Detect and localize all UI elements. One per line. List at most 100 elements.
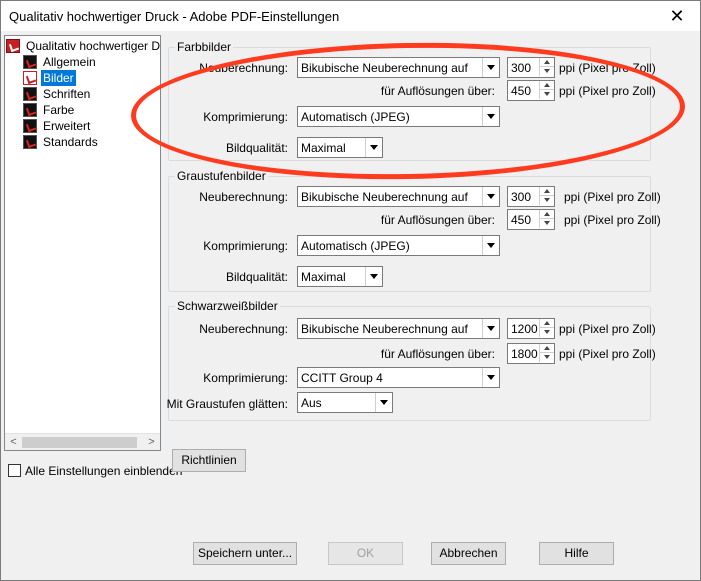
help-button[interactable]: Hilfe xyxy=(539,542,614,565)
spinner-value: 300 xyxy=(511,61,532,75)
chevron-down-icon[interactable] xyxy=(482,368,499,387)
compression-select[interactable]: CCITT Group 4 xyxy=(297,367,500,388)
above-resolution-unit: ppi (Pixel pro Zoll) xyxy=(559,84,656,98)
scroll-right-arrow-icon[interactable]: > xyxy=(143,434,160,450)
spin-up-icon[interactable] xyxy=(539,187,554,196)
cancel-button[interactable]: Abbrechen xyxy=(431,542,506,565)
save-as-button[interactable]: Speichern unter... xyxy=(193,542,297,565)
smoothing-select[interactable]: Aus xyxy=(297,392,393,413)
tree-item-label: Allgemein xyxy=(43,55,96,69)
spin-up-icon[interactable] xyxy=(539,81,554,90)
resolution-unit: ppi (Pixel pro Zoll) xyxy=(564,190,661,204)
spin-down-icon[interactable] xyxy=(539,67,554,76)
pdf-settings-icon xyxy=(6,39,20,53)
pdf-folder-icon xyxy=(23,71,37,85)
chevron-down-icon[interactable] xyxy=(482,187,499,206)
select-value: Bikubische Neuberechnung auf xyxy=(301,61,468,75)
chevron-down-icon[interactable] xyxy=(365,138,382,157)
quality-select[interactable]: Maximal xyxy=(297,266,383,287)
title-bar: Qualitativ hochwertiger Druck - Adobe PD… xyxy=(1,1,700,31)
pdf-page-icon xyxy=(23,119,37,133)
chevron-down-icon[interactable] xyxy=(375,393,392,412)
window-title: Qualitativ hochwertiger Druck - Adobe PD… xyxy=(9,9,340,24)
group-title: Graustufenbilder xyxy=(175,169,268,183)
above-resolution-spinner[interactable]: 450 xyxy=(507,80,555,101)
guidelines-button[interactable]: Richtlinien xyxy=(172,449,246,472)
chevron-down-icon[interactable] xyxy=(482,58,499,77)
quality-label: Bildqualität: xyxy=(225,141,288,155)
close-button[interactable]: ✕ xyxy=(654,1,700,31)
tree-item-label: Schriften xyxy=(43,87,91,101)
spinner-value: 450 xyxy=(511,84,532,98)
select-value: CCITT Group 4 xyxy=(301,371,383,385)
group-graustufenbilder: Graustufenbilder Neuberechnung: Bikubisc… xyxy=(168,169,661,292)
resolution-spinner[interactable]: 300 xyxy=(507,186,555,207)
group-schwarzweissbilder: Schwarzweißbilder Neuberechnung: Bikubis… xyxy=(167,299,656,421)
pdf-page-icon xyxy=(23,135,37,149)
settings-dialog: Qualitativ hochwertiger Druck - Adobe PD… xyxy=(0,0,701,581)
above-resolution-unit: ppi (Pixel pro Zoll) xyxy=(559,347,656,361)
resolution-spinner[interactable]: 1200 xyxy=(507,318,555,339)
spinner-value: 450 xyxy=(511,213,532,227)
spin-down-icon[interactable] xyxy=(539,196,554,205)
above-resolution-label: für Auflösungen über: xyxy=(380,347,495,361)
select-value: Maximal xyxy=(301,270,346,284)
spin-up-icon[interactable] xyxy=(539,210,554,219)
compression-label: Komprimierung: xyxy=(203,110,288,124)
quality-label: Bildqualität: xyxy=(225,270,288,284)
spinner-value: 1800 xyxy=(511,347,538,361)
tree-item-label: Erweitert xyxy=(43,119,91,133)
ok-button[interactable]: OK xyxy=(328,542,403,565)
above-resolution-spinner[interactable]: 1800 xyxy=(507,343,555,364)
chevron-down-icon[interactable] xyxy=(482,236,499,255)
group-farbbilder: Farbbilder Neuberechnung: Bikubische Neu… xyxy=(168,40,656,161)
tree-item-label: Standards xyxy=(43,135,98,149)
select-value: Bikubische Neuberechnung auf xyxy=(301,190,468,204)
spin-down-icon[interactable] xyxy=(539,328,554,337)
resample-method-select[interactable]: Bikubische Neuberechnung auf xyxy=(297,318,500,339)
spin-down-icon[interactable] xyxy=(539,353,554,362)
spin-up-icon[interactable] xyxy=(539,58,554,67)
group-title: Schwarzweißbilder xyxy=(175,299,280,313)
compression-label: Komprimierung: xyxy=(203,371,288,385)
chevron-down-icon[interactable] xyxy=(365,267,382,286)
tree-item-label: Bilder xyxy=(41,70,76,86)
pdf-page-icon xyxy=(23,103,37,117)
above-resolution-spinner[interactable]: 450 xyxy=(507,209,555,230)
spin-down-icon[interactable] xyxy=(539,90,554,99)
pdf-page-icon xyxy=(23,87,37,101)
spin-down-icon[interactable] xyxy=(539,219,554,228)
show-all-checkbox[interactable] xyxy=(8,464,21,477)
resample-label: Neuberechnung: xyxy=(199,190,288,204)
compression-label: Komprimierung: xyxy=(203,239,288,253)
resolution-unit: ppi (Pixel pro Zoll) xyxy=(559,322,656,336)
scroll-left-arrow-icon[interactable]: < xyxy=(5,434,22,450)
resolution-spinner[interactable]: 300 xyxy=(507,57,555,78)
pdf-page-icon xyxy=(23,55,37,69)
above-resolution-label: für Auflösungen über: xyxy=(380,213,495,227)
settings-tree: Qualitativ hochwertiger Druck Allgemein … xyxy=(4,35,161,451)
show-all-label: Alle Einstellungen einblenden xyxy=(25,464,183,478)
scrollbar-thumb[interactable] xyxy=(22,437,137,448)
select-value: Aus xyxy=(301,396,322,410)
spinner-value: 300 xyxy=(511,190,532,204)
resample-method-select[interactable]: Bikubische Neuberechnung auf xyxy=(297,57,500,78)
select-value: Automatisch (JPEG) xyxy=(301,239,410,253)
spin-up-icon[interactable] xyxy=(539,344,554,353)
resample-method-select[interactable]: Bikubische Neuberechnung auf xyxy=(297,186,500,207)
resolution-unit: ppi (Pixel pro Zoll) xyxy=(559,61,656,75)
compression-select[interactable]: Automatisch (JPEG) xyxy=(297,235,500,256)
spin-up-icon[interactable] xyxy=(539,319,554,328)
quality-select[interactable]: Maximal xyxy=(297,137,383,158)
above-resolution-unit: ppi (Pixel pro Zoll) xyxy=(564,213,661,227)
select-value: Automatisch (JPEG) xyxy=(301,110,410,124)
select-value: Bikubische Neuberechnung auf xyxy=(301,322,468,336)
above-resolution-label: für Auflösungen über: xyxy=(380,84,495,98)
tree-horizontal-scrollbar[interactable]: < > xyxy=(5,433,160,450)
spinner-value: 1200 xyxy=(511,322,538,336)
group-title: Farbbilder xyxy=(175,40,234,54)
chevron-down-icon[interactable] xyxy=(482,319,499,338)
select-value: Maximal xyxy=(301,141,346,155)
chevron-down-icon[interactable] xyxy=(482,107,499,126)
compression-select[interactable]: Automatisch (JPEG) xyxy=(297,106,500,127)
